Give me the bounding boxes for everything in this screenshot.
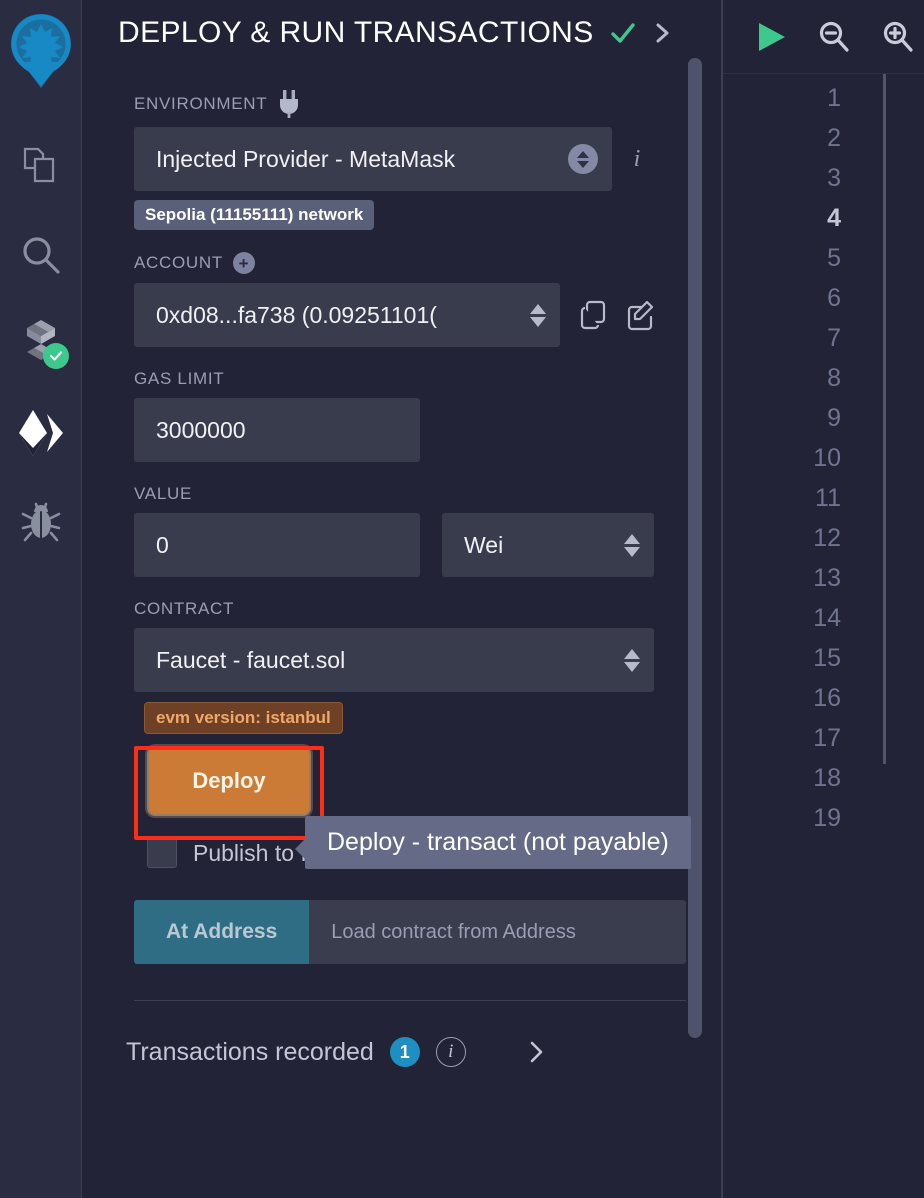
compile-success-badge xyxy=(42,343,69,369)
contract-select[interactable]: Faucet - faucet.sol xyxy=(134,628,654,692)
line-number: 16 xyxy=(813,684,841,712)
value-unit: Wei xyxy=(464,531,504,558)
value-unit-select[interactable]: Wei xyxy=(442,513,654,577)
line-number: 12 xyxy=(813,524,841,552)
line-number: 9 xyxy=(827,404,841,432)
deploy-button[interactable]: Deploy xyxy=(147,746,311,816)
search-icon xyxy=(20,234,62,276)
gas-limit-label: GAS LIMIT xyxy=(134,369,225,388)
account-select[interactable]: 0xd08...fa738 (0.09251101( xyxy=(134,283,560,347)
editor-body: 1 2 3 4 5 6 7 8 9 10 11 12 13 14 15 16 1… xyxy=(723,74,924,1198)
value-input[interactable]: 0 xyxy=(134,513,420,577)
value-amount: 0 xyxy=(156,531,169,558)
editor-toolbar xyxy=(723,0,924,74)
contract-value: Faucet - faucet.sol xyxy=(156,646,346,673)
icon-sidebar xyxy=(0,0,82,1198)
panel-scrollbar[interactable] xyxy=(688,58,702,1038)
editor-scrollbar[interactable] xyxy=(883,74,886,764)
plug-icon xyxy=(277,90,301,118)
bug-icon xyxy=(20,500,62,544)
copy-icon[interactable] xyxy=(578,299,608,331)
line-number: 2 xyxy=(827,124,841,152)
page-title: DEPLOY & RUN TRANSACTIONS xyxy=(118,16,594,49)
zoom-out-icon[interactable] xyxy=(817,20,851,54)
line-number: 5 xyxy=(827,244,841,272)
line-number: 17 xyxy=(813,724,841,752)
environment-label: ENVIRONMENT xyxy=(134,90,686,118)
sidebar-item-solidity-compiler[interactable] xyxy=(13,313,69,375)
at-address-row: At Address Load contract from Address xyxy=(134,900,686,964)
plus-circle-icon[interactable]: + xyxy=(232,252,255,274)
account-spinner-icon xyxy=(530,303,546,327)
transactions-recorded-row[interactable]: Transactions recorded 1 i xyxy=(82,1001,722,1103)
line-number: 11 xyxy=(815,484,841,512)
value-unit-spinner-icon xyxy=(624,533,640,557)
line-number: 3 xyxy=(827,164,841,192)
line-number-gutter: 1 2 3 4 5 6 7 8 9 10 11 12 13 14 15 16 1… xyxy=(723,74,863,1198)
line-number: 18 xyxy=(813,764,841,792)
line-number: 1 xyxy=(827,84,841,112)
environment-value: Injected Provider - MetaMask xyxy=(156,145,456,172)
play-icon[interactable] xyxy=(755,20,787,54)
evm-version-badge: evm version: istanbul xyxy=(144,702,343,734)
gas-limit-value: 3000000 xyxy=(156,416,246,443)
environment-info-icon[interactable]: i xyxy=(630,146,644,173)
account-label-text: ACCOUNT xyxy=(134,253,223,272)
line-number: 6 xyxy=(827,284,841,312)
contract-spinner-icon xyxy=(624,648,640,672)
transactions-count-badge: 1 xyxy=(389,1037,420,1067)
line-number: 13 xyxy=(813,564,841,592)
line-number: 19 xyxy=(813,804,841,832)
transactions-recorded-label: Transactions recorded xyxy=(126,1037,374,1066)
publish-ipfs-checkbox[interactable] xyxy=(147,838,177,868)
sidebar-item-deploy-run[interactable] xyxy=(13,402,69,464)
at-address-input[interactable]: Load contract from Address xyxy=(309,900,686,964)
sidebar-item-debugger[interactable] xyxy=(13,491,69,553)
deploy-tooltip: Deploy - transact (not payable) xyxy=(295,816,691,869)
environment-select[interactable]: Injected Provider - MetaMask xyxy=(134,127,612,191)
zoom-in-icon[interactable] xyxy=(881,20,915,54)
chevron-right-icon[interactable] xyxy=(652,21,672,45)
line-number: 15 xyxy=(813,644,841,672)
line-number: 8 xyxy=(827,364,841,392)
code-editor-pane: 1 2 3 4 5 6 7 8 9 10 11 12 13 14 15 16 1… xyxy=(722,0,924,1198)
edit-icon[interactable] xyxy=(626,299,656,331)
account-label: ACCOUNT + xyxy=(134,252,686,274)
remix-ide-window: DEPLOY & RUN TRANSACTIONS ENVIRONMENT In… xyxy=(0,0,924,1198)
network-badge: Sepolia (11155111) network xyxy=(134,200,375,230)
files-icon xyxy=(21,145,61,187)
line-number: 14 xyxy=(813,604,841,632)
panel-header: DEPLOY & RUN TRANSACTIONS xyxy=(82,0,722,68)
info-circle-icon[interactable]: i xyxy=(435,1037,466,1067)
chevron-updown-icon xyxy=(568,144,598,174)
line-number: 10 xyxy=(813,444,841,472)
remix-logo[interactable] xyxy=(5,10,77,97)
environment-label-text: ENVIRONMENT xyxy=(134,94,268,113)
line-number: 7 xyxy=(827,324,841,352)
account-value: 0xd08...fa738 (0.09251101( xyxy=(156,301,437,328)
transactions-chevron-right-icon[interactable] xyxy=(526,1039,546,1065)
sidebar-item-file-explorer[interactable] xyxy=(13,135,69,197)
check-icon xyxy=(610,20,636,46)
deploy-run-panel: DEPLOY & RUN TRANSACTIONS ENVIRONMENT In… xyxy=(82,0,722,1198)
deploy-section: Deploy xyxy=(134,746,686,840)
contract-label: CONTRACT xyxy=(134,599,235,618)
line-number-active: 4 xyxy=(827,204,841,232)
value-label: VALUE xyxy=(134,484,192,503)
sidebar-item-search[interactable] xyxy=(13,224,69,286)
deploy-run-icon xyxy=(17,408,65,458)
at-address-button[interactable]: At Address xyxy=(134,900,310,964)
gas-limit-input[interactable]: 3000000 xyxy=(134,398,420,462)
